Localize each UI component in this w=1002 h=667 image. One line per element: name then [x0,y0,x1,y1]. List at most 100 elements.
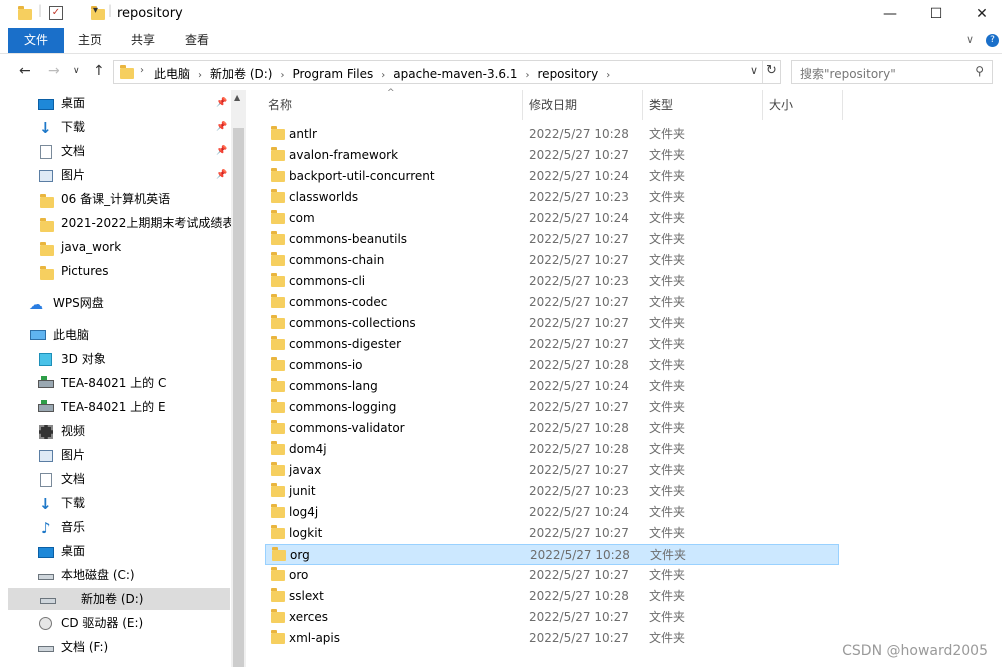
close-button[interactable]: ✕ [959,0,1002,28]
folder-icon [271,315,285,329]
forward-icon[interactable]: → [48,63,60,79]
file-row[interactable]: xml-apis 2022/5/27 10:27 文件夹 [265,628,839,649]
sidebar-item-label: Pictures [61,264,109,278]
sidebar-item[interactable]: 新加卷 (D:) [8,588,230,610]
address-bar[interactable]: › 此电脑 › 新加卷 (D:) › Program Files › apache-mave… [113,60,781,84]
column-divider[interactable] [762,90,763,120]
sidebar-item[interactable]: ↓ 下载 📌 [39,116,227,138]
help-icon[interactable]: ? [986,34,999,47]
file-row[interactable]: sslext 2022/5/27 10:28 文件夹 [265,586,839,607]
file-row[interactable]: commons-codec 2022/5/27 10:27 文件夹 [265,292,839,313]
file-row[interactable]: com 2022/5/27 10:24 文件夹 [265,208,839,229]
sidebar-item[interactable]: Pictures [40,260,109,282]
chevron-right-icon[interactable]: › [198,70,202,81]
sidebar-item[interactable]: ☁ WPS网盘 [29,292,104,314]
sidebar-item[interactable]: TEA-84021 上的 E [38,396,166,418]
breadcrumb-program-files[interactable]: Program Files [292,67,373,81]
file-row[interactable]: commons-beanutils 2022/5/27 10:27 文件夹 [265,229,839,250]
file-row[interactable]: dom4j 2022/5/27 10:28 文件夹 [265,439,839,460]
scroll-up-icon[interactable]: ▲ [234,93,240,102]
sidebar-item[interactable]: 2021-2022上期期末考试成绩表 [40,212,234,234]
file-row[interactable]: avalon-framework 2022/5/27 10:27 文件夹 [265,145,839,166]
file-row[interactable]: commons-logging 2022/5/27 10:27 文件夹 [265,397,839,418]
file-row[interactable]: commons-cli 2022/5/27 10:23 文件夹 [265,271,839,292]
column-divider[interactable] [842,90,843,120]
column-header-type[interactable]: 类型 [649,96,673,113]
chevron-right-icon[interactable]: › [526,70,530,81]
sidebar-item[interactable]: 文档 📌 [40,140,227,162]
ribbon-expand-icon[interactable]: ∨ [966,33,974,46]
sidebar-item-label: TEA-84021 上的 E [61,400,166,414]
sidebar-item[interactable]: 此电脑 [30,324,89,346]
tab-view[interactable]: 查看 [178,28,216,53]
properties-icon[interactable]: ✓ [49,6,63,20]
minimize-button[interactable]: — [867,0,913,28]
breadcrumb-drive-d[interactable]: 新加卷 (D:) [210,65,272,82]
recent-locations-icon[interactable]: ∨ [73,66,80,76]
column-header-size[interactable]: 大小 [769,96,793,113]
sidebar-item[interactable]: 图片 📌 [39,164,227,186]
sidebar-item[interactable]: 06 备课_计算机英语 [40,188,170,210]
tab-file[interactable]: 文件 [8,28,64,53]
file-row[interactable]: oro 2022/5/27 10:27 文件夹 [265,565,839,586]
column-divider[interactable] [522,90,523,120]
tab-home[interactable]: 主页 [72,28,108,53]
sidebar-item-label: 下载 [61,120,86,134]
back-icon[interactable]: ← [19,63,31,79]
file-type: 文件夹 [649,379,686,393]
search-input[interactable]: 搜索"repository" ⚲ [791,60,993,84]
file-row[interactable]: commons-collections 2022/5/27 10:27 文件夹 [265,313,839,334]
file-row[interactable]: antlr 2022/5/27 10:28 文件夹 [265,124,839,145]
sidebar-item[interactable]: ♪ 音乐 [40,516,85,538]
up-icon[interactable]: ↑ [93,63,105,79]
file-row[interactable]: junit 2022/5/27 10:23 文件夹 [265,481,839,502]
nav-scrollbar-thumb[interactable] [233,128,244,667]
maximize-button[interactable]: ☐ [913,0,959,28]
sidebar-item[interactable]: 文档 [40,468,85,490]
quick-access-dropdown-icon[interactable]: ▾ [93,5,98,16]
chevron-right-icon[interactable]: › [606,70,610,81]
sidebar-item[interactable]: CD 驱动器 (E:) [39,612,143,634]
search-icon[interactable]: ⚲ [975,64,984,78]
column-header-name[interactable]: 名称 [268,96,292,113]
file-type: 文件夹 [649,442,686,456]
chevron-right-icon[interactable]: › [381,70,385,81]
watermark: CSDN @howard2005 [842,643,988,659]
folder-icon [271,420,285,434]
file-row[interactable]: commons-validator 2022/5/27 10:28 文件夹 [265,418,839,439]
file-row[interactable]: backport-util-concurrent 2022/5/27 10:24 文… [265,166,839,187]
column-divider[interactable] [642,90,643,120]
file-row[interactable]: classworlds 2022/5/27 10:23 文件夹 [265,187,839,208]
tab-share[interactable]: 共享 [124,28,162,53]
sidebar-item[interactable]: 桌面 📌 [38,92,227,114]
pin-icon: 📌 [216,146,228,156]
sidebar-item[interactable]: 视频 [39,420,85,442]
sidebar-item[interactable]: TEA-84021 上的 C [38,372,166,394]
breadcrumb-repository[interactable]: repository [538,67,599,81]
address-dropdown-icon[interactable]: ∨ [750,64,758,77]
sidebar-item[interactable]: 3D 对象 [39,348,106,370]
breadcrumb-maven[interactable]: apache-maven-3.6.1 [393,67,517,81]
file-row[interactable]: xerces 2022/5/27 10:27 文件夹 [265,607,839,628]
sidebar-item[interactable]: 图片 [39,444,85,466]
sidebar-item[interactable]: ↓ 下载 [39,492,85,514]
file-row[interactable]: commons-io 2022/5/27 10:28 文件夹 [265,355,839,376]
column-header-date[interactable]: 修改日期 [529,96,577,113]
sidebar-item-label: 文档 (F:) [61,640,109,654]
file-row[interactable]: logkit 2022/5/27 10:27 文件夹 [265,523,839,544]
file-row[interactable]: org 2022/5/27 10:28 文件夹 [265,544,839,565]
network-drive-icon [38,400,54,414]
file-row[interactable]: commons-chain 2022/5/27 10:27 文件夹 [265,250,839,271]
nav-scrollbar[interactable]: ▲ [231,90,246,667]
sidebar-item[interactable]: java_work [40,236,121,258]
breadcrumb-this-pc[interactable]: 此电脑 [154,65,190,82]
file-row[interactable]: commons-lang 2022/5/27 10:24 文件夹 [265,376,839,397]
sidebar-item[interactable]: 本地磁盘 (C:) [38,564,135,586]
file-row[interactable]: javax 2022/5/27 10:27 文件夹 [265,460,839,481]
file-row[interactable]: log4j 2022/5/27 10:24 文件夹 [265,502,839,523]
file-row[interactable]: commons-digester 2022/5/27 10:27 文件夹 [265,334,839,355]
chevron-right-icon[interactable]: › [280,70,284,81]
sidebar-item[interactable]: 桌面 [38,540,85,562]
refresh-icon[interactable]: ↻ [766,63,777,78]
sidebar-item[interactable]: 文档 (F:) [38,636,109,658]
